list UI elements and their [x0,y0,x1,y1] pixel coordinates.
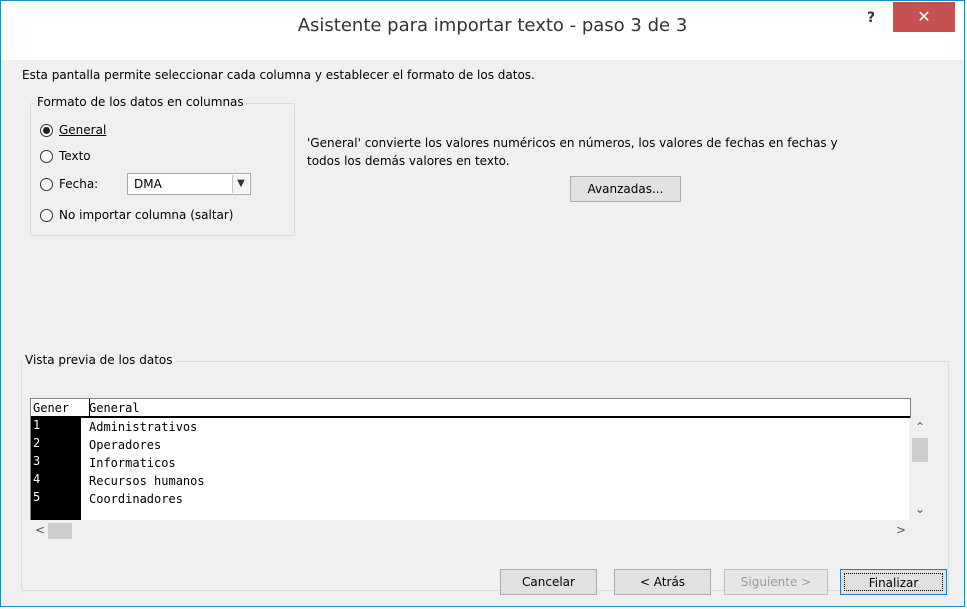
preview-header-row: Gener General [31,401,910,417]
radio-date-label: Fecha: [59,177,99,191]
data-preview-grid[interactable]: Gener General 1 Administrativos 2 Operad… [30,398,911,522]
preview-header-col2[interactable]: General [89,401,140,415]
scroll-right-icon[interactable]: > [896,523,906,537]
radio-text-indicator[interactable] [40,149,53,163]
data-preview-group-label: Vista previa de los datos [23,353,175,367]
preview-row-3-col1: 3 [31,454,81,472]
radio-skip-column[interactable]: No importar columna (saltar) [40,206,234,224]
advanced-button[interactable]: Avanzadas... [570,176,681,202]
radio-skip-column-label: No importar columna (saltar) [59,208,234,222]
horizontal-scroll-thumb[interactable] [48,523,72,539]
format-description-line1: 'General' convierte los valores numérico… [307,136,838,150]
preview-col-divider [89,399,90,418]
preview-row-1-col2: Administrativos [89,420,198,434]
scroll-left-icon[interactable]: < [35,523,45,537]
format-description-line2: todos los demás valores en texto. [307,154,510,168]
close-button[interactable]: ✕ [893,2,955,32]
help-button[interactable]: ? [856,7,886,31]
finish-button[interactable]: Finalizar [840,569,947,595]
preview-horizontal-scrollbar[interactable]: < > [30,520,931,542]
radio-date[interactable]: Fecha: [40,175,98,193]
date-format-value: DMA [134,177,162,191]
window-title: Asistente para importar texto - paso 3 d… [297,15,688,36]
import-text-wizard-dialog: Asistente para importar texto - paso 3 d… [0,0,965,607]
radio-general[interactable]: General [40,121,106,139]
radio-skip-column-indicator[interactable] [40,208,53,222]
cancel-button[interactable]: Cancelar [500,569,597,595]
radio-text-label: Texto [59,149,91,163]
title-bar[interactable]: Asistente para importar texto - paso 3 d… [1,1,964,60]
preview-row-2-col1: 2 [31,436,81,454]
preview-vertical-scrollbar[interactable]: ⌃ ⌄ [909,418,931,520]
scroll-down-icon[interactable]: ⌄ [915,502,925,516]
preview-row-5-col2: Coordinadores [89,492,183,506]
preview-row-4-col1: 4 [31,472,81,490]
radio-text[interactable]: Texto [40,147,91,165]
column-format-group-label: Formato de los datos en columnas [35,95,246,109]
vertical-scroll-thumb[interactable] [912,438,928,462]
next-button[interactable]: Siguiente > [724,569,828,595]
intro-text: Esta pantalla permite seleccionar cada c… [22,68,535,82]
preview-row-5-col1: 5 [31,490,81,521]
scroll-up-icon[interactable]: ⌃ [915,420,925,434]
preview-row-4-col2: Recursos humanos [89,474,205,488]
radio-general-indicator[interactable] [40,123,53,137]
preview-header-col1[interactable]: Gener [33,401,69,415]
preview-header-divider [31,416,910,418]
radio-general-label: General [59,123,107,137]
date-format-select[interactable]: DMA ▼ [127,173,251,195]
preview-row-1-col1: 1 [31,418,81,436]
preview-row-3-col2: Informaticos [89,456,176,470]
chevron-down-icon[interactable]: ▼ [232,175,249,193]
finish-button-label: Finalizar [844,573,943,591]
radio-date-indicator[interactable] [40,177,53,191]
back-button[interactable]: < Atrás [614,569,711,595]
preview-row-2-col2: Operadores [89,438,162,452]
